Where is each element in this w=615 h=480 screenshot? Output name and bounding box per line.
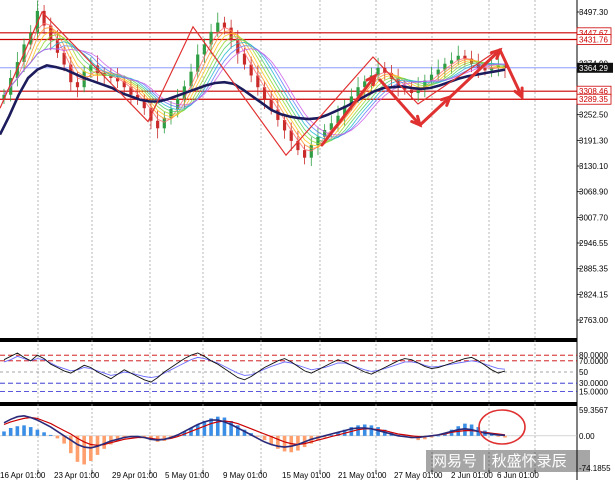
histogram-bar	[262, 435, 267, 441]
oscillator-tick-label: 15.0000	[579, 388, 608, 397]
level-tag-label: 3289.35	[579, 95, 608, 104]
level-price-tags: 3447.673431.763308.463289.353364.29	[576, 27, 613, 105]
histogram-bar	[282, 435, 287, 452]
watermark-text: 网易号 | 秋盛怀录辰	[432, 452, 567, 470]
candle-body	[409, 89, 414, 94]
time-tick-label: 21 May 01:00	[338, 471, 387, 480]
price-tick-label: 3252.50	[579, 111, 608, 120]
price-tick-label: 3497.30	[579, 8, 608, 17]
time-tick-label: 2 Jun 01:00	[451, 471, 493, 480]
trading-chart-window[interactable]: 3497.303436.053374.903313.753252.503191.…	[0, 0, 615, 480]
time-tick-label: 29 Apr 01:00	[112, 471, 158, 480]
price-tick-label: 2763.00	[579, 316, 608, 325]
time-tick-label: 5 May 01:00	[165, 471, 210, 480]
price-tick-label: 2885.35	[579, 265, 608, 274]
price-tick-label: 3068.90	[579, 188, 608, 197]
current-price-label: 3364.29	[579, 64, 608, 73]
candle-body	[303, 150, 307, 158]
price-tick-label: 2946.55	[579, 239, 608, 248]
candle-body	[202, 44, 206, 55]
histogram-bar	[48, 434, 53, 436]
candle-body	[75, 82, 80, 88]
watermark: 网易号 | 秋盛怀录辰	[426, 450, 590, 472]
candle-body	[222, 22, 227, 28]
histogram-bar	[28, 427, 33, 436]
histogram-bar	[496, 435, 501, 437]
candle-body	[156, 120, 160, 129]
price-tick-label: 3191.30	[579, 136, 608, 145]
oscillator-tick-label: 70.0000	[579, 357, 608, 366]
macd-tick-label: 59.3567	[579, 406, 608, 415]
histogram-bar	[503, 435, 507, 438]
level-tag-label: 3431.76	[579, 35, 608, 44]
histogram-bar	[2, 431, 6, 436]
price-tick-label: 2824.15	[579, 290, 608, 299]
histogram-bar	[195, 424, 200, 436]
time-tick-label: 15 May 01:00	[282, 471, 331, 480]
histogram-bar	[55, 435, 60, 439]
histogram-bar	[15, 426, 20, 436]
histogram-bar	[82, 435, 86, 465]
candle-body	[483, 67, 487, 71]
time-tick-label: 6 Jun 01:00	[497, 471, 539, 480]
price-tick-label: 3007.70	[579, 213, 608, 222]
histogram-bar	[8, 427, 13, 436]
candle-body	[216, 22, 220, 32]
panel-separator	[0, 402, 577, 406]
panel-separator	[0, 338, 577, 342]
macd-tick-label: 0.00	[579, 432, 595, 441]
candle-body	[449, 60, 454, 64]
histogram-bar	[369, 425, 374, 436]
candle-body	[162, 117, 166, 129]
time-tick-label: 27 May 01:00	[394, 471, 443, 480]
histogram-bar	[222, 417, 227, 436]
histogram-bar	[256, 435, 260, 437]
histogram-bar	[362, 424, 367, 436]
histogram-bar	[22, 425, 26, 436]
histogram-bar	[35, 429, 40, 436]
histogram-bar	[42, 432, 46, 436]
time-tick-label: 16 Apr 01:00	[0, 471, 46, 480]
time-tick-label: 23 Apr 01:00	[54, 471, 100, 480]
price-tick-label: 3130.10	[579, 162, 608, 171]
time-tick-label: 9 May 01:00	[223, 471, 268, 480]
oscillator-tick-label: 50	[579, 368, 588, 377]
